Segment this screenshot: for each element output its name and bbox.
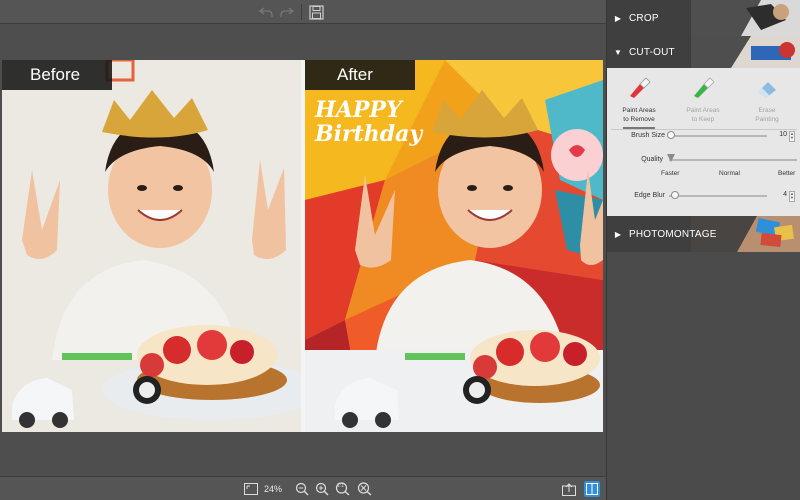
- paint-remove-tool[interactable]: Paint Areas to Remove: [607, 74, 671, 126]
- brush-size-stepper[interactable]: ▲ ▼: [789, 131, 795, 142]
- paint-keep-tool[interactable]: Paint Areas to Keep: [671, 74, 735, 126]
- zoom-actual-size-icon[interactable]: 1:1: [334, 481, 352, 497]
- zoom-fit-icon[interactable]: [356, 481, 374, 497]
- zoom-out-icon[interactable]: [294, 481, 310, 497]
- quality-option-better[interactable]: Better: [778, 170, 795, 177]
- quality-option-faster[interactable]: Faster: [661, 170, 679, 177]
- redo-icon[interactable]: [278, 3, 296, 21]
- compare-view-icon[interactable]: [584, 481, 600, 497]
- crop-title: CROP: [629, 12, 659, 24]
- before-image: Before: [2, 60, 301, 432]
- edge-blur-stepper[interactable]: ▲ ▼: [789, 191, 795, 202]
- zoom-percent: 24%: [263, 484, 282, 494]
- eraser-icon: [758, 82, 776, 98]
- quality-slider-knob[interactable]: [667, 154, 675, 162]
- crop-section-header[interactable]: ▶ CROP: [607, 0, 800, 36]
- fit-view-icon[interactable]: [243, 481, 259, 497]
- crop-thumbnail: [691, 0, 800, 36]
- edge-blur-slider-knob[interactable]: [671, 191, 679, 199]
- photomontage-expand-arrow-icon: ▶: [614, 229, 622, 239]
- photomontage-title: PHOTOMONTAGE: [629, 228, 717, 240]
- cutout-section-header[interactable]: ▼ CUT-OUT: [607, 36, 800, 68]
- erase-painting-label-2: Painting: [755, 116, 779, 123]
- edge-blur-track[interactable]: [669, 195, 767, 197]
- cutout-panel: Paint Areas to Remove Paint Areas to Kee…: [607, 68, 800, 216]
- photo-editor-window: Before HAPPY Birthday After 24% 1:1 ▶ CR…: [0, 0, 800, 500]
- save-icon[interactable]: [307, 3, 325, 21]
- paint-remove-brush-icon: [630, 77, 651, 98]
- paint-keep-label-1: Paint Areas: [686, 107, 720, 114]
- zoom-level: 24%: [262, 481, 284, 497]
- paint-keep-brush-icon: [694, 77, 715, 98]
- zoom-actual-size-label: 1:1: [337, 483, 344, 489]
- before-label: Before: [2, 60, 112, 90]
- tools-divider: [611, 129, 797, 130]
- photomontage-section-header[interactable]: ▶ PHOTOMONTAGE: [607, 216, 800, 252]
- toolbar-separator: [301, 4, 302, 20]
- quality-label: Quality: [641, 156, 663, 163]
- sidebar-empty-area: [607, 252, 800, 500]
- cutout-title: CUT-OUT: [629, 46, 675, 58]
- top-toolbar: [0, 0, 606, 24]
- erase-painting-label-1: Erase: [758, 107, 776, 114]
- zoom-in-icon[interactable]: [314, 481, 330, 497]
- paint-remove-label-2: to Remove: [623, 116, 655, 123]
- after-background-text: HAPPY Birthday: [315, 97, 423, 147]
- after-label: After: [305, 60, 415, 90]
- cutout-thumbnail: [691, 36, 800, 68]
- edge-blur-label: Edge Blur: [634, 192, 665, 199]
- export-icon[interactable]: [560, 481, 578, 497]
- brush-size-track[interactable]: [669, 135, 767, 137]
- paint-keep-label-2: to Keep: [691, 116, 715, 123]
- image-canvas[interactable]: Before HAPPY Birthday After: [0, 24, 606, 476]
- brush-size-slider-knob[interactable]: [667, 131, 675, 139]
- brush-size-value[interactable]: 10: [769, 131, 787, 142]
- edge-blur-value[interactable]: 4: [769, 191, 787, 202]
- after-image: HAPPY Birthday After: [305, 60, 603, 432]
- cutout-collapse-arrow-icon: ▼: [614, 47, 622, 57]
- undo-icon[interactable]: [257, 3, 275, 21]
- brush-size-label: Brush Size: [631, 132, 665, 139]
- quality-option-normal[interactable]: Normal: [719, 170, 740, 177]
- paint-remove-label-1: Paint Areas: [622, 107, 656, 114]
- quality-track[interactable]: [669, 159, 797, 161]
- bottom-toolbar: 24% 1:1: [0, 476, 606, 500]
- crop-expand-arrow-icon: ▶: [614, 13, 622, 23]
- tools-sidebar: ▶ CROP ▼ CUT-OUT Paint Areas to Remove P…: [606, 0, 800, 500]
- erase-painting-tool[interactable]: Erase Painting: [735, 74, 799, 126]
